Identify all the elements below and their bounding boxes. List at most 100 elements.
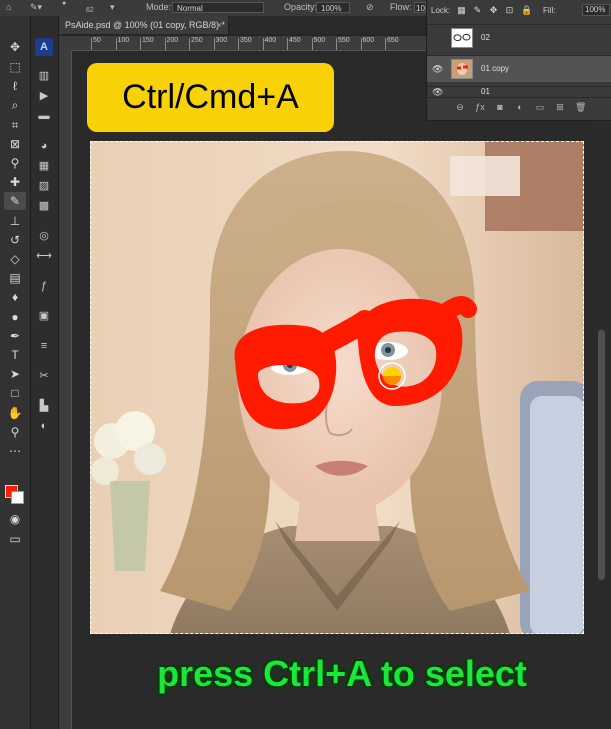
layers-footer: ⊖ ƒx ◙ ◐ ▭ ⊞ 🗑	[427, 97, 611, 116]
brush-settings-icon[interactable]: ▾	[110, 2, 115, 13]
rectangle-tool-icon[interactable]: □	[4, 384, 26, 402]
new-layer-icon[interactable]: ⊞	[555, 102, 565, 112]
zoom-tool-icon[interactable]: ⚲	[4, 423, 26, 441]
eye-icon[interactable]: 👁	[432, 87, 443, 97]
pen-tool-icon[interactable]: ✒	[4, 327, 26, 345]
vertical-ruler[interactable]	[59, 50, 72, 729]
more-tools-icon[interactable]: ⋯	[4, 442, 26, 460]
ruler-tick	[262, 38, 264, 50]
horizontal-ruler[interactable]: 50 100 150 200 250 300 350 400 450 500 550 600 650	[72, 36, 427, 51]
eye-icon[interactable]: 👁	[432, 64, 443, 74]
selection-marquee	[90, 141, 584, 634]
screen-mode-icon[interactable]: ▭	[4, 530, 26, 548]
fill-field[interactable]: 100%	[582, 4, 610, 16]
ruler-tick-label: 150	[142, 37, 154, 44]
layer-row-01-copy[interactable]: 👁 01 copy	[427, 55, 611, 82]
brush-tool-icon[interactable]: ✎	[4, 192, 26, 210]
lock-transparent-icon[interactable]: ▦	[457, 6, 466, 15]
tutorial-caption: press Ctrl+A to select	[157, 653, 527, 694]
gradient-tool-icon[interactable]: ▤	[4, 269, 26, 287]
layer-name: 02	[481, 33, 490, 42]
ruler-tick	[336, 38, 337, 50]
lock-image-icon[interactable]: ✎	[473, 6, 482, 15]
flow-field[interactable]: 10	[414, 2, 426, 13]
libraries-panel-icon[interactable]: ▣	[36, 308, 52, 324]
ruler-tick	[287, 38, 288, 50]
new-group-icon[interactable]: ▭	[535, 102, 545, 112]
crop-tool-icon[interactable]: ⌗	[4, 116, 26, 134]
home-icon[interactable]: ⌂	[6, 2, 11, 12]
brush-preview-icon[interactable]: ●	[62, 0, 66, 7]
tool-preset-icon[interactable]: ✎▾	[30, 2, 42, 13]
history-brush-tool-icon[interactable]: ↺	[4, 231, 26, 249]
type-tool-icon[interactable]: T	[4, 346, 26, 364]
adjustments-panel-icon[interactable]: ◎	[36, 228, 52, 244]
comments-panel-icon[interactable]: ▬	[36, 108, 52, 124]
opacity-field[interactable]: 100%	[316, 2, 350, 13]
history-panel-icon[interactable]: ▥	[36, 68, 52, 84]
color-panel-icon[interactable]: ◕	[36, 138, 52, 154]
mode-select[interactable]: Normal	[172, 2, 264, 13]
fill-label: Fill:	[543, 6, 556, 15]
actions-panel-icon[interactable]: ▶	[36, 88, 52, 104]
mode-label: Mode:	[146, 2, 172, 12]
ruler-tick	[385, 38, 386, 50]
adjustment-layer-icon[interactable]: ◐	[515, 102, 525, 112]
eraser-tool-icon[interactable]: ◇	[4, 250, 26, 268]
layer-thumbnail	[451, 59, 473, 79]
link-layers-icon[interactable]: ⊖	[455, 102, 465, 112]
move-tool-icon[interactable]: ✥	[4, 38, 26, 56]
ruler-tick-label: 400	[264, 37, 277, 44]
ruler-tick-label: 250	[191, 37, 203, 44]
ruler-tick-label: 100	[117, 37, 130, 44]
fx-icon[interactable]: ƒx	[475, 102, 485, 112]
lock-artboard-icon[interactable]: ⊡	[505, 6, 514, 15]
scrollbar-thumb[interactable]	[598, 330, 605, 580]
patterns-panel-icon[interactable]: ▩	[36, 198, 52, 214]
delete-layer-icon[interactable]: 🗑	[575, 102, 586, 112]
quick-select-tool-icon[interactable]: ⌕	[4, 96, 26, 114]
plugin-badge-icon[interactable]: A	[35, 38, 53, 56]
tool-presets-panel-icon[interactable]: ✂	[36, 368, 52, 384]
background-color-swatch[interactable]	[11, 491, 24, 504]
hand-tool-icon[interactable]: ✋	[4, 404, 26, 422]
ruler-tick-label: 550	[338, 37, 350, 44]
dodge-tool-icon[interactable]: ●	[4, 308, 26, 326]
histogram-panel-icon[interactable]: ▙	[36, 398, 52, 414]
lasso-tool-icon[interactable]: ℓ	[4, 77, 26, 95]
gradients-panel-icon[interactable]: ▨	[36, 178, 52, 194]
healing-brush-tool-icon[interactable]: ✚	[4, 173, 26, 191]
ruler-tick	[238, 38, 239, 50]
visibility-toggle[interactable]	[432, 33, 442, 43]
ruler-tick	[189, 38, 190, 50]
ruler-tick	[360, 38, 362, 50]
lock-all-icon[interactable]: 🔒	[521, 6, 532, 15]
layer-thumbnail	[451, 28, 473, 48]
quick-mask-icon[interactable]: ◉	[4, 510, 26, 528]
ruler-corner	[59, 36, 72, 50]
eyedropper-tool-icon[interactable]: ⚲	[4, 154, 26, 172]
close-tab-icon[interactable]: ×	[217, 16, 222, 34]
pressure-opacity-icon[interactable]: ⊘	[366, 2, 374, 13]
lock-position-icon[interactable]: ✥	[489, 6, 498, 15]
ruler-tick	[213, 38, 215, 50]
paragraph-panel-icon[interactable]: ≡	[36, 338, 52, 354]
fx-panel-icon[interactable]: ƒ	[36, 278, 52, 294]
blur-tool-icon[interactable]: ♦	[4, 288, 26, 306]
marquee-tool-icon[interactable]: ⬚	[4, 58, 26, 76]
clone-stamp-tool-icon[interactable]: ⊥	[4, 212, 26, 230]
path-select-tool-icon[interactable]: ➤	[4, 365, 26, 383]
ruler-tick	[140, 38, 141, 50]
ruler-tick-label: 50	[93, 37, 101, 44]
ruler-tick-label: 300	[215, 37, 228, 44]
document-tab[interactable]: PsAide.psd @ 100% (01 copy, RGB/8) * ×	[59, 16, 229, 34]
ruler-tick	[115, 38, 117, 50]
add-mask-icon[interactable]: ◙	[495, 102, 505, 112]
swatches-panel-icon[interactable]: ▦	[36, 158, 52, 174]
navigator-panel-icon[interactable]: ◐	[36, 418, 52, 434]
lock-label: Lock:	[431, 6, 451, 15]
frame-tool-icon[interactable]: ⊠	[4, 135, 26, 153]
layer-row-02[interactable]: 02	[427, 24, 611, 51]
layer-row-01[interactable]: 👁 01	[427, 86, 611, 97]
properties-panel-icon[interactable]: ⟷	[36, 248, 52, 264]
